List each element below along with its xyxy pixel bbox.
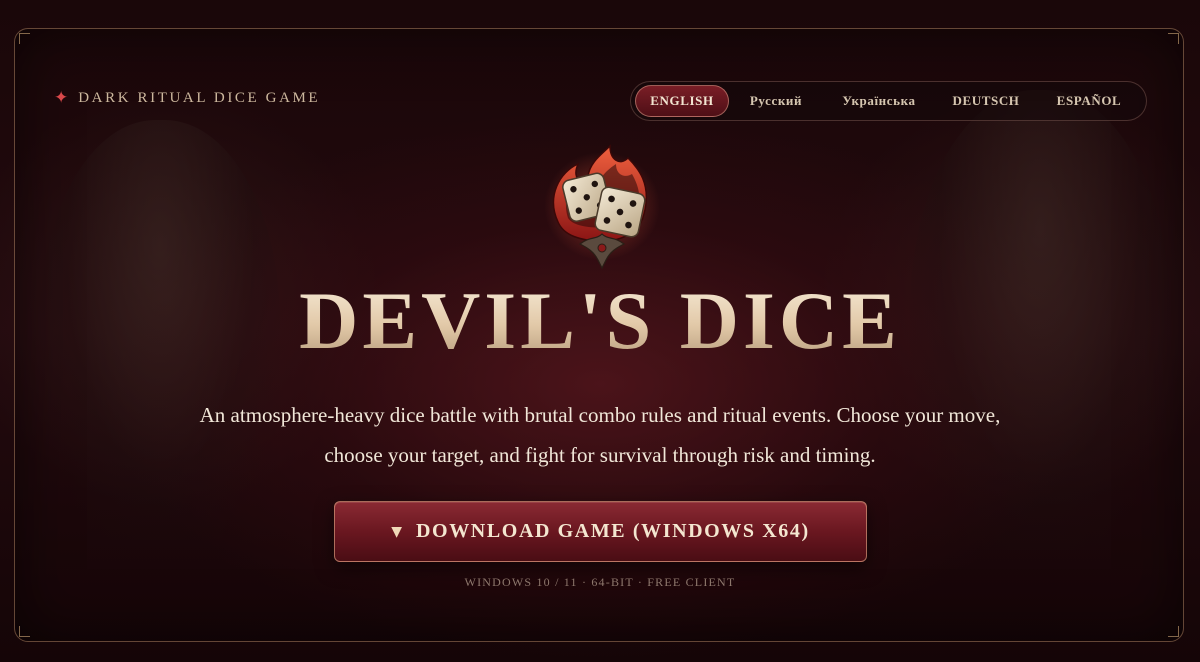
game-tagline: An atmosphere-heavy dice battle with bru…	[100, 395, 1100, 475]
frame-corner-ornament	[1168, 626, 1179, 637]
language-option-ukrainian[interactable]: Українська	[823, 85, 935, 117]
system-requirements-note: WINDOWS 10 / 11 · 64-BIT · FREE CLIENT	[464, 575, 736, 589]
frame-corner-ornament	[1168, 33, 1179, 44]
frame-corner-ornament	[19, 33, 30, 44]
language-option-german[interactable]: DEUTSCH	[935, 85, 1037, 117]
language-option-russian[interactable]: Русский	[729, 85, 823, 117]
triangle-down-icon: ▼	[391, 523, 402, 540]
frame-corner-ornament	[19, 626, 30, 637]
brand-label: DARK RITUAL DICE GAME	[78, 90, 321, 106]
flaming-dice-emblem-icon	[540, 144, 664, 270]
language-option-spanish[interactable]: ESPAÑOL	[1037, 85, 1141, 117]
download-game-button[interactable]: ▼ DOWNLOAD GAME (WINDOWS X64)	[334, 501, 867, 562]
brand: ✦ DARK RITUAL DICE GAME	[54, 90, 320, 107]
language-switcher: ENGLISH Русский Українська DEUTSCH ESPAÑ…	[630, 81, 1147, 121]
language-option-english[interactable]: ENGLISH	[635, 85, 729, 117]
tagline-line: choose your target, and fight for surviv…	[324, 443, 876, 467]
star-icon: ✦	[54, 88, 69, 108]
download-button-label: DOWNLOAD GAME (WINDOWS X64)	[416, 520, 810, 542]
game-title: DEVIL'S DICE	[0, 280, 1200, 362]
tagline-line: An atmosphere-heavy dice battle with bru…	[199, 403, 1001, 427]
